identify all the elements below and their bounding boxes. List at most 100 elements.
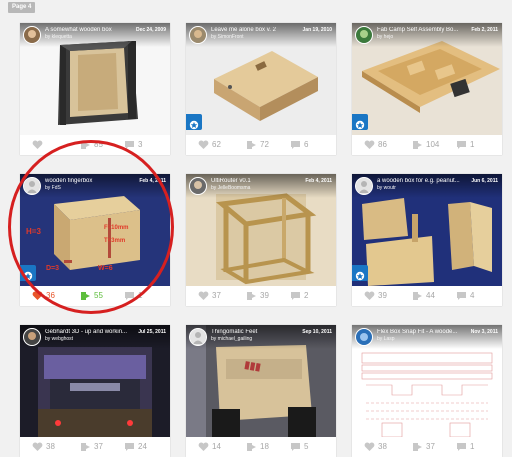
thing-author[interactable]: by hejo	[377, 34, 465, 41]
like-count: 37	[212, 291, 221, 300]
dimension-h: H=3	[26, 227, 41, 236]
card-header: Thingomatic Feet by michael_gailing Sep …	[186, 325, 336, 349]
card-stats: 14 18 5	[186, 437, 336, 457]
thing-author[interactable]: by Lasp	[377, 336, 465, 343]
thing-card[interactable]: A somewhat wooden box by klequetta Dec 2…	[20, 23, 170, 155]
avatar[interactable]	[189, 177, 207, 195]
avatar[interactable]	[189, 328, 207, 346]
thing-date: Feb 4, 2011	[139, 178, 166, 184]
thing-title[interactable]: Thingomatic Feet	[211, 329, 299, 336]
thing-card[interactable]: Flex Box Snap Fit - A woode... by Lasp N…	[352, 325, 502, 457]
collect-icon	[247, 141, 256, 149]
thing-author[interactable]: by woutr	[377, 185, 465, 192]
heart-icon	[32, 291, 43, 300]
card-stats: 38 37 24	[20, 437, 170, 457]
thing-title[interactable]: Leave me alone box v. 2	[211, 27, 299, 34]
avatar[interactable]	[23, 177, 41, 195]
thing-date: Jun 6, 2011	[471, 178, 498, 184]
thing-author[interactable]: by FdS	[45, 185, 133, 192]
heart-icon	[32, 442, 43, 451]
dimension-w: W=6	[98, 265, 113, 272]
thing-title[interactable]: Gebhardt 3D - up and workin...	[45, 329, 133, 336]
thing-author[interactable]: by webghost	[45, 336, 133, 343]
thing-card[interactable]: Gebhardt 3D - up and workin... by webgho…	[20, 325, 170, 457]
thing-title[interactable]: Flex Box Snap Fit - A woode...	[377, 329, 465, 336]
comment-icon	[125, 443, 134, 451]
card-header: UltiRouter v0.1 by JelleBoomsma Feb 4, 2…	[186, 174, 336, 198]
card-stats: 85 3	[20, 135, 170, 155]
thing-title[interactable]: A somewhat wooden box	[45, 27, 133, 34]
avatar[interactable]	[23, 328, 41, 346]
featured-badge	[20, 265, 36, 281]
collect-icon	[81, 141, 90, 149]
thing-card[interactable]: Fab Camp Self Assembly Bo... by hejo Feb…	[352, 23, 502, 155]
card-stats: 38 37 1	[352, 437, 502, 457]
heart-icon	[198, 291, 209, 300]
comment-count: 1	[470, 140, 475, 149]
card-stats: 39 44 4	[352, 286, 502, 306]
thing-title[interactable]: UltiRouter v0.1	[211, 178, 299, 185]
comment-icon	[457, 292, 466, 300]
card-header: Fab Camp Self Assembly Bo... by hejo Feb…	[352, 23, 502, 47]
thing-author[interactable]: by SimonFront	[211, 34, 299, 41]
card-stats: 86 104 1	[352, 135, 502, 155]
like-count: 36	[46, 291, 55, 300]
dimension-d: D=3	[46, 265, 59, 272]
card-header: Gebhardt 3D - up and workin... by webgho…	[20, 325, 170, 349]
card-stats: 36 55 1	[20, 286, 170, 306]
collect-icon	[413, 443, 422, 451]
avatar[interactable]	[355, 26, 373, 44]
like-count: 62	[212, 140, 221, 149]
avatar[interactable]	[189, 26, 207, 44]
card-header: Flex Box Snap Fit - A woode... by Lasp N…	[352, 325, 502, 349]
like-count: 14	[212, 442, 221, 451]
thing-card[interactable]: H=3 F=10mm T=3mm D=3 W=6 wooden fingerbo…	[20, 174, 170, 306]
comment-count: 6	[304, 140, 309, 149]
thing-date: Nov 3, 2011	[470, 329, 498, 335]
heart-icon	[364, 291, 375, 300]
thing-date: Jan 19, 2010	[302, 27, 332, 33]
thing-date: Feb 2, 2011	[471, 27, 498, 33]
collect-icon	[247, 292, 256, 300]
heart-icon	[198, 442, 209, 451]
comment-count: 4	[470, 291, 475, 300]
thing-card[interactable]: Leave me alone box v. 2 by SimonFront Ja…	[186, 23, 336, 155]
thing-author[interactable]: by klequetta	[45, 34, 133, 41]
featured-badge-icon	[355, 120, 365, 130]
collect-icon	[413, 292, 422, 300]
thing-card[interactable]: ▮▮▮ Thingomatic Feet by michael_gailing …	[186, 325, 336, 457]
collect-count: 85	[94, 140, 103, 149]
thing-card[interactable]: a wooden box for e.g. peanut... by woutr…	[352, 174, 502, 306]
featured-badge	[352, 114, 368, 130]
like-count: 39	[378, 291, 387, 300]
collect-count: 55	[94, 291, 103, 300]
comment-icon	[291, 292, 300, 300]
comment-count: 1	[470, 442, 475, 451]
comment-icon	[457, 443, 466, 451]
collect-count: 72	[260, 140, 269, 149]
heart-icon	[32, 140, 43, 149]
collect-icon	[247, 443, 256, 451]
heart-icon	[198, 140, 209, 149]
thing-date: Feb 4, 2011	[305, 178, 332, 184]
like-count: 38	[46, 442, 55, 451]
thing-date: Sep 10, 2011	[302, 329, 332, 335]
collect-icon	[413, 141, 422, 149]
comment-count: 2	[304, 291, 309, 300]
collect-count: 44	[426, 291, 435, 300]
featured-badge-icon	[23, 271, 33, 281]
thing-author[interactable]: by JelleBoomsma	[211, 185, 299, 192]
thing-author[interactable]: by michael_gailing	[211, 336, 299, 343]
thing-title[interactable]: wooden fingerbox	[45, 178, 133, 185]
card-header: A somewhat wooden box by klequetta Dec 2…	[20, 23, 170, 47]
page-tag: Page 4	[8, 2, 36, 13]
thing-card[interactable]: UltiRouter v0.1 by JelleBoomsma Feb 4, 2…	[186, 174, 336, 306]
avatar[interactable]	[23, 26, 41, 44]
avatar[interactable]	[355, 328, 373, 346]
thing-title[interactable]: a wooden box for e.g. peanut...	[377, 178, 465, 185]
collect-count: 37	[426, 442, 435, 451]
thing-title[interactable]: Fab Camp Self Assembly Bo...	[377, 27, 465, 34]
thing-date: Dec 24, 2009	[135, 27, 166, 33]
avatar[interactable]	[355, 177, 373, 195]
dimension-t: T=3mm	[104, 238, 125, 244]
